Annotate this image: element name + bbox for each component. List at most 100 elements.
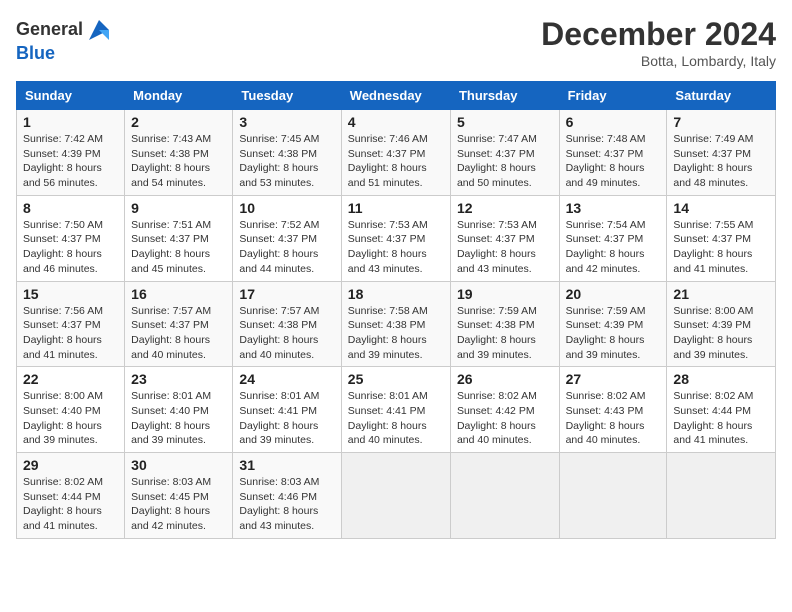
calendar-cell: 23 Sunrise: 8:01 AMSunset: 4:40 PMDayligh… — [125, 367, 233, 453]
day-detail: Sunrise: 7:58 AMSunset: 4:38 PMDaylight:… — [348, 304, 444, 363]
weekday-header: Wednesday — [341, 82, 450, 110]
calendar-cell: 17Sunrise: 7:57 AMSunset: 4:38 PMDayligh… — [233, 281, 341, 367]
day-number: 22 — [23, 371, 118, 387]
weekday-header: Sunday — [17, 82, 125, 110]
location-subtitle: Botta, Lombardy, Italy — [541, 53, 776, 69]
day-detail: Sunrise: 7:53 AMSunset: 4:37 PMDaylight:… — [348, 218, 444, 277]
weekday-header: Friday — [559, 82, 667, 110]
day-detail: Sunrise: 8:00 AMSunset: 4:39 PMDaylight:… — [673, 304, 769, 363]
logo-icon — [85, 16, 113, 44]
page-header: General Blue December 2024 Botta, Lombar… — [16, 16, 776, 69]
calendar-cell: 12Sunrise: 7:53 AMSunset: 4:37 PMDayligh… — [450, 195, 559, 281]
calendar-cell: 24 Sunrise: 8:01 AMSunset: 4:41 PMDayligh… — [233, 367, 341, 453]
day-number: 18 — [348, 286, 444, 302]
calendar-cell: 18 Sunrise: 7:58 AMSunset: 4:38 PMDayligh… — [341, 281, 450, 367]
calendar-table: SundayMondayTuesdayWednesdayThursdayFrid… — [16, 81, 776, 539]
day-number: 30 — [131, 457, 226, 473]
day-detail: Sunrise: 7:43 AMSunset: 4:38 PMDaylight:… — [131, 132, 226, 191]
title-block: December 2024 Botta, Lombardy, Italy — [541, 16, 776, 69]
day-number: 13 — [566, 200, 661, 216]
day-number: 27 — [566, 371, 661, 387]
calendar-cell: 14Sunrise: 7:55 AMSunset: 4:37 PMDayligh… — [667, 195, 776, 281]
day-number: 8 — [23, 200, 118, 216]
logo: General Blue — [16, 16, 113, 64]
calendar-cell: 9 Sunrise: 7:51 AMSunset: 4:37 PMDaylight… — [125, 195, 233, 281]
calendar-cell: 3 Sunrise: 7:45 AMSunset: 4:38 PMDaylight… — [233, 110, 341, 196]
day-number: 11 — [348, 200, 444, 216]
day-detail: Sunrise: 7:45 AMSunset: 4:38 PMDaylight:… — [239, 132, 334, 191]
calendar-cell — [667, 453, 776, 539]
day-detail: Sunrise: 7:42 AMSunset: 4:39 PMDaylight:… — [23, 132, 118, 191]
day-number: 10 — [239, 200, 334, 216]
day-detail: Sunrise: 7:47 AMSunset: 4:37 PMDaylight:… — [457, 132, 553, 191]
calendar-cell — [341, 453, 450, 539]
calendar-cell: 27Sunrise: 8:02 AMSunset: 4:43 PMDayligh… — [559, 367, 667, 453]
calendar-cell: 30 Sunrise: 8:03 AMSunset: 4:45 PMDayligh… — [125, 453, 233, 539]
calendar-week-row: 29Sunrise: 8:02 AMSunset: 4:44 PMDayligh… — [17, 453, 776, 539]
day-detail: Sunrise: 8:01 AMSunset: 4:41 PMDaylight:… — [348, 389, 444, 448]
day-number: 20 — [566, 286, 661, 302]
calendar-cell: 6Sunrise: 7:48 AMSunset: 4:37 PMDaylight… — [559, 110, 667, 196]
day-number: 1 — [23, 114, 118, 130]
day-number: 17 — [239, 286, 334, 302]
day-number: 28 — [673, 371, 769, 387]
day-number: 24 — [239, 371, 334, 387]
calendar-cell: 10 Sunrise: 7:52 AMSunset: 4:37 PMDayligh… — [233, 195, 341, 281]
day-detail: Sunrise: 8:03 AMSunset: 4:45 PMDaylight:… — [131, 475, 226, 534]
calendar-week-row: 1 Sunrise: 7:42 AMSunset: 4:39 PMDaylight… — [17, 110, 776, 196]
calendar-cell: 13Sunrise: 7:54 AMSunset: 4:37 PMDayligh… — [559, 195, 667, 281]
weekday-header: Saturday — [667, 82, 776, 110]
day-number: 15 — [23, 286, 118, 302]
day-detail: Sunrise: 7:51 AMSunset: 4:37 PMDaylight:… — [131, 218, 226, 277]
calendar-cell: 22Sunrise: 8:00 AMSunset: 4:40 PMDayligh… — [17, 367, 125, 453]
calendar-body: 1 Sunrise: 7:42 AMSunset: 4:39 PMDaylight… — [17, 110, 776, 539]
calendar-cell: 15 Sunrise: 7:56 AMSunset: 4:37 PMDayligh… — [17, 281, 125, 367]
day-number: 2 — [131, 114, 226, 130]
day-detail: Sunrise: 7:56 AMSunset: 4:37 PMDaylight:… — [23, 304, 118, 363]
weekday-header: Tuesday — [233, 82, 341, 110]
day-detail: Sunrise: 8:03 AMSunset: 4:46 PMDaylight:… — [239, 475, 334, 534]
calendar-cell: 21 Sunrise: 8:00 AMSunset: 4:39 PMDayligh… — [667, 281, 776, 367]
calendar-cell: 8Sunrise: 7:50 AMSunset: 4:37 PMDaylight… — [17, 195, 125, 281]
calendar-cell: 31Sunrise: 8:03 AMSunset: 4:46 PMDayligh… — [233, 453, 341, 539]
calendar-header: SundayMondayTuesdayWednesdayThursdayFrid… — [17, 82, 776, 110]
day-detail: Sunrise: 7:59 AMSunset: 4:39 PMDaylight:… — [566, 304, 661, 363]
day-number: 6 — [566, 114, 661, 130]
calendar-week-row: 22Sunrise: 8:00 AMSunset: 4:40 PMDayligh… — [17, 367, 776, 453]
day-detail: Sunrise: 8:02 AMSunset: 4:44 PMDaylight:… — [673, 389, 769, 448]
calendar-cell — [450, 453, 559, 539]
day-number: 5 — [457, 114, 553, 130]
month-title: December 2024 — [541, 16, 776, 53]
day-detail: Sunrise: 7:49 AMSunset: 4:37 PMDaylight:… — [673, 132, 769, 191]
calendar-week-row: 8Sunrise: 7:50 AMSunset: 4:37 PMDaylight… — [17, 195, 776, 281]
day-detail: Sunrise: 8:01 AMSunset: 4:40 PMDaylight:… — [131, 389, 226, 448]
day-number: 3 — [239, 114, 334, 130]
calendar-cell: 11 Sunrise: 7:53 AMSunset: 4:37 PMDayligh… — [341, 195, 450, 281]
day-detail: Sunrise: 7:53 AMSunset: 4:37 PMDaylight:… — [457, 218, 553, 277]
day-number: 19 — [457, 286, 553, 302]
day-detail: Sunrise: 7:52 AMSunset: 4:37 PMDaylight:… — [239, 218, 334, 277]
calendar-cell: 2 Sunrise: 7:43 AMSunset: 4:38 PMDaylight… — [125, 110, 233, 196]
day-detail: Sunrise: 7:59 AMSunset: 4:38 PMDaylight:… — [457, 304, 553, 363]
day-detail: Sunrise: 7:55 AMSunset: 4:37 PMDaylight:… — [673, 218, 769, 277]
calendar-cell: 1 Sunrise: 7:42 AMSunset: 4:39 PMDaylight… — [17, 110, 125, 196]
logo-general: General — [16, 19, 83, 39]
day-detail: Sunrise: 8:01 AMSunset: 4:41 PMDaylight:… — [239, 389, 334, 448]
day-number: 21 — [673, 286, 769, 302]
calendar-cell: 16Sunrise: 7:57 AMSunset: 4:37 PMDayligh… — [125, 281, 233, 367]
day-number: 9 — [131, 200, 226, 216]
day-number: 7 — [673, 114, 769, 130]
calendar-cell: 5 Sunrise: 7:47 AMSunset: 4:37 PMDaylight… — [450, 110, 559, 196]
logo-blue: Blue — [16, 43, 55, 63]
calendar-cell: 4 Sunrise: 7:46 AMSunset: 4:37 PMDaylight… — [341, 110, 450, 196]
calendar-cell: 25Sunrise: 8:01 AMSunset: 4:41 PMDayligh… — [341, 367, 450, 453]
calendar-cell: 19 Sunrise: 7:59 AMSunset: 4:38 PMDayligh… — [450, 281, 559, 367]
calendar-cell — [559, 453, 667, 539]
day-number: 4 — [348, 114, 444, 130]
calendar-cell: 29Sunrise: 8:02 AMSunset: 4:44 PMDayligh… — [17, 453, 125, 539]
calendar-cell: 26 Sunrise: 8:02 AMSunset: 4:42 PMDayligh… — [450, 367, 559, 453]
day-detail: Sunrise: 7:46 AMSunset: 4:37 PMDaylight:… — [348, 132, 444, 191]
day-number: 23 — [131, 371, 226, 387]
day-number: 26 — [457, 371, 553, 387]
day-detail: Sunrise: 8:02 AMSunset: 4:42 PMDaylight:… — [457, 389, 553, 448]
